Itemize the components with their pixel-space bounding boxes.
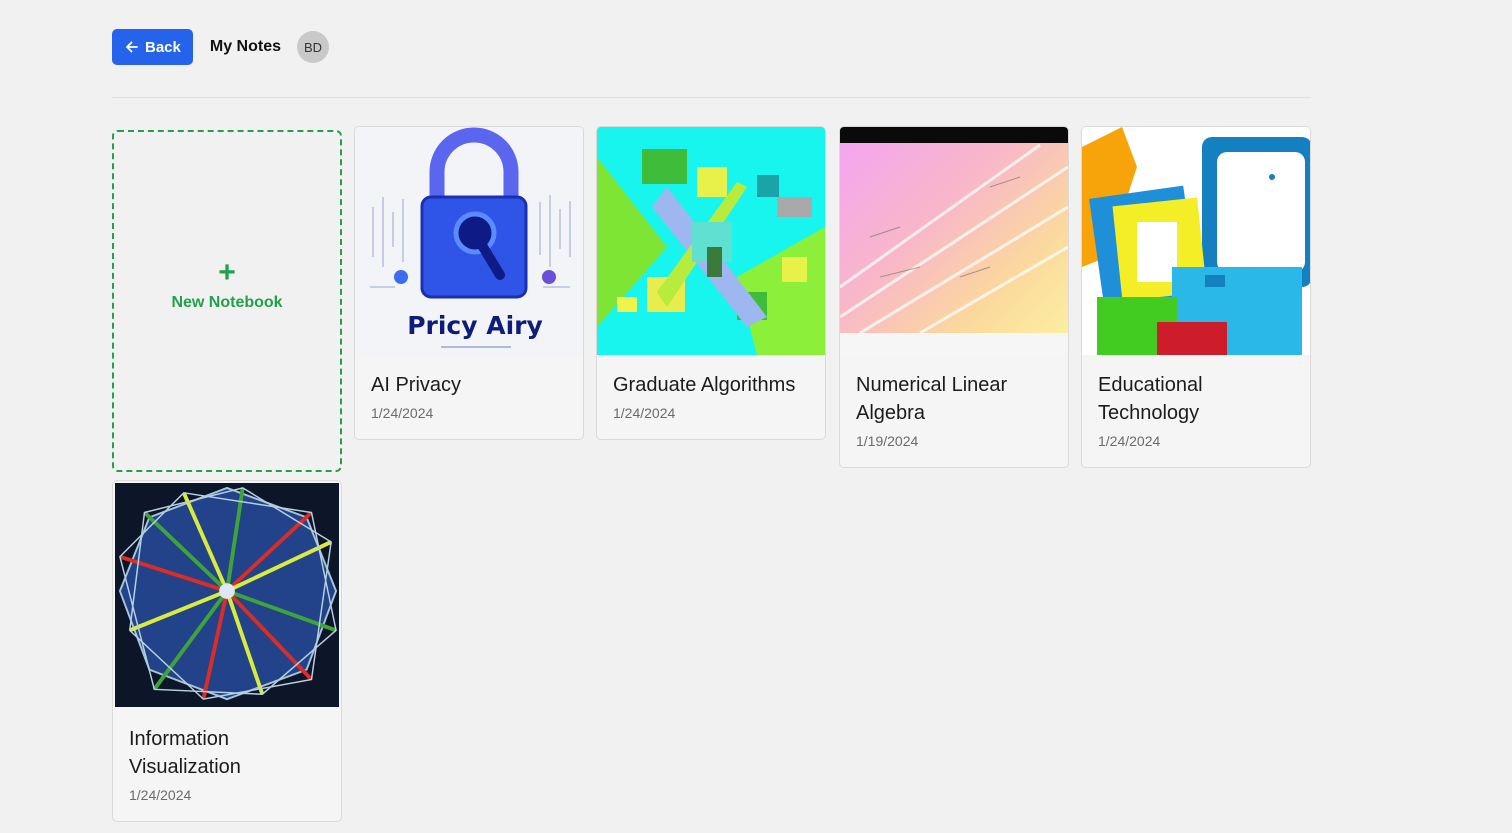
notebook-thumbnail xyxy=(597,127,825,355)
notebook-thumbnail xyxy=(1082,127,1310,355)
notebook-card[interactable]: Information Visualization 1/24/2024 xyxy=(112,480,342,822)
header-divider xyxy=(112,97,1311,98)
notebook-title: Educational Technology xyxy=(1098,374,1203,424)
notebook-thumbnail xyxy=(840,127,1068,355)
notebook-title: Numerical Linear Algebra xyxy=(856,374,1008,424)
page-header: Back My Notes BD xyxy=(112,29,329,65)
notebook-card[interactable]: Pricy Airy AI Privacy 1/24/2024 xyxy=(354,126,584,440)
notebook-thumbnail: Pricy Airy xyxy=(355,127,583,355)
back-button[interactable]: Back xyxy=(112,29,193,65)
plus-icon: + xyxy=(218,256,236,289)
back-button-label: Back xyxy=(145,38,181,56)
notebook-title: Information Visualization xyxy=(129,728,241,778)
notebook-card[interactable]: Numerical Linear Algebra 1/19/2024 xyxy=(839,126,1069,468)
new-notebook-label: New Notebook xyxy=(171,294,283,311)
thumbnail-text: Pricy Airy xyxy=(407,311,543,340)
notebook-date: 1/19/2024 xyxy=(856,433,919,449)
notebook-date: 1/24/2024 xyxy=(129,787,192,803)
new-notebook-button[interactable]: + New Notebook xyxy=(112,130,342,472)
notebook-title: AI Privacy xyxy=(371,374,462,396)
avatar[interactable]: BD xyxy=(296,31,329,63)
notebook-date: 1/24/2024 xyxy=(1098,433,1161,449)
notebook-thumbnail xyxy=(115,483,339,707)
arrow-left-icon xyxy=(126,41,138,53)
notebook-card[interactable]: Graduate Algorithms 1/24/2024 xyxy=(596,126,826,440)
notebook-card[interactable]: Educational Technology 1/24/2024 xyxy=(1081,126,1311,468)
page-title: My Notes xyxy=(209,38,281,55)
notebook-title: Graduate Algorithms xyxy=(613,374,796,396)
notebook-date: 1/24/2024 xyxy=(613,405,676,421)
notebook-date: 1/24/2024 xyxy=(371,405,434,421)
